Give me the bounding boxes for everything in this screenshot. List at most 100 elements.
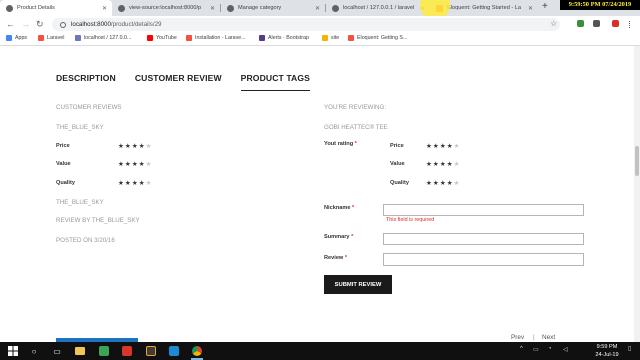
extension-icon[interactable] bbox=[612, 20, 619, 27]
star-icon: ★★★★ bbox=[118, 143, 146, 150]
rating-stars-input[interactable]: ★★★★★ bbox=[426, 179, 461, 187]
extension-icon[interactable] bbox=[577, 20, 584, 27]
apps-grid-icon bbox=[6, 35, 12, 41]
back-arrow-icon[interactable]: ← bbox=[6, 18, 15, 30]
youtube-icon bbox=[147, 35, 153, 41]
browser-tab-manage-category[interactable]: Manage category ✕ bbox=[221, 0, 325, 16]
close-icon[interactable]: ✕ bbox=[528, 5, 533, 12]
star-icon[interactable]: ★★★★ bbox=[426, 143, 454, 150]
summary-input[interactable] bbox=[383, 233, 584, 245]
windows-taskbar: ○ ▭ ^ ▭ ◔ ◁ 9:59 PM 24-Jul-19 ▯ bbox=[0, 342, 640, 360]
bookmark-installation[interactable]: Installation - Larave... bbox=[186, 35, 246, 41]
star-empty-icon[interactable]: ★ bbox=[454, 161, 461, 168]
required-mark: * bbox=[354, 141, 357, 147]
app-tile bbox=[146, 346, 156, 356]
address-bar[interactable]: localhost:8000/product/details/29 bbox=[52, 18, 560, 31]
reviewing-heading: YOU'RE REVIEWING: bbox=[324, 104, 387, 111]
rating-label: Quality bbox=[56, 180, 75, 186]
new-tab-button[interactable]: + bbox=[542, 1, 548, 12]
summary-label-text: Summary bbox=[324, 234, 350, 240]
laravel-icon bbox=[38, 35, 44, 41]
browser-tab-product-details[interactable]: Product Details ✕ bbox=[0, 0, 112, 16]
star-empty-icon[interactable]: ★ bbox=[454, 180, 461, 187]
star-icon[interactable]: ★★★★ bbox=[426, 161, 454, 168]
submit-review-button[interactable]: SUBMIT REVIEW bbox=[324, 275, 392, 294]
bookmark-label: YouTube bbox=[156, 35, 177, 41]
required-mark: * bbox=[352, 205, 355, 211]
bookmark-star-icon[interactable]: ☆ bbox=[550, 19, 557, 28]
scrollbar-thumb[interactable] bbox=[635, 146, 639, 176]
url-host: localhost:8000 bbox=[71, 21, 111, 28]
summary-label: Summary * bbox=[324, 234, 353, 240]
bookmark-laravel[interactable]: Laravel bbox=[38, 35, 64, 41]
battery-icon[interactable]: ▭ bbox=[533, 346, 539, 353]
bookmark-eloquent[interactable]: Eloquent: Getting S... bbox=[348, 35, 407, 41]
tab-product-tags[interactable]: PRODUCT TAGS bbox=[240, 73, 310, 91]
rating-stars-input[interactable]: ★★★★★ bbox=[426, 160, 461, 168]
bookmarks-bar: Apps Laravel localhost / 127.0.0... YouT… bbox=[0, 33, 640, 46]
page-scrollbar[interactable] bbox=[634, 46, 640, 342]
star-empty-icon[interactable]: ★ bbox=[454, 143, 461, 150]
bookmark-label: Alerts · Bootstrap bbox=[268, 35, 309, 41]
vscode-icon[interactable] bbox=[167, 344, 181, 358]
pager-next[interactable]: Next bbox=[542, 334, 555, 341]
phpmyadmin-icon bbox=[332, 4, 339, 12]
menu-kebab-icon[interactable] bbox=[629, 21, 632, 28]
rating-stars: ★★★★★ bbox=[118, 160, 153, 168]
close-icon[interactable]: ✕ bbox=[210, 5, 215, 12]
page-content: DESCRIPTION CUSTOMER REVIEW PRODUCT TAGS… bbox=[0, 46, 640, 342]
tab-title: localhost / 127.0.0.1 / laravel bbox=[343, 5, 415, 11]
taskbar-clock[interactable]: 9:59 PM 24-Jul-19 bbox=[590, 343, 624, 359]
file-explorer-icon[interactable] bbox=[73, 344, 87, 358]
task-view-icon[interactable]: ▭ bbox=[50, 344, 64, 358]
bookmark-alerts[interactable]: Alerts · Bootstrap bbox=[259, 35, 309, 41]
clock-overlay: 9:59:50 PM 07/24/2019 bbox=[560, 0, 640, 10]
recorder-icon[interactable] bbox=[120, 344, 134, 358]
bookmark-label: Eloquent: Getting S... bbox=[357, 35, 408, 41]
tab-customer-review[interactable]: CUSTOMER REVIEW bbox=[135, 73, 222, 91]
notifications-icon[interactable]: ▯ bbox=[628, 345, 631, 352]
star-icon: ★★★★ bbox=[118, 161, 146, 168]
rating-label: Price bbox=[56, 143, 70, 149]
browser-tab-view-source[interactable]: view-source:localhost:8000/p ✕ bbox=[112, 0, 220, 16]
extension-icon[interactable] bbox=[593, 20, 600, 27]
app-tile bbox=[169, 346, 179, 356]
browser-toolbar: ← → ↻ localhost:8000/product/details/29 … bbox=[0, 16, 640, 33]
rating-stars-input[interactable]: ★★★★★ bbox=[426, 142, 461, 150]
tray-chevron-icon[interactable]: ^ bbox=[520, 346, 523, 352]
volume-icon[interactable]: ◁ bbox=[563, 346, 568, 353]
rating-stars: ★★★★★ bbox=[118, 179, 153, 187]
phpmyadmin-icon bbox=[75, 35, 81, 41]
reload-icon[interactable]: ↻ bbox=[36, 18, 44, 30]
globe-icon bbox=[227, 4, 234, 12]
bookmark-localhost[interactable]: localhost / 127.0.0... bbox=[75, 35, 131, 41]
tab-description[interactable]: DESCRIPTION bbox=[56, 73, 116, 91]
app-tile bbox=[122, 346, 132, 356]
rating-label: Value bbox=[56, 161, 71, 167]
bookmark-apps[interactable]: Apps bbox=[6, 35, 27, 41]
bookmark-youtube[interactable]: YouTube bbox=[147, 35, 177, 41]
review-title: THE_BLUE_SKY bbox=[56, 199, 104, 206]
close-icon[interactable]: ✕ bbox=[102, 5, 107, 12]
chrome-icon[interactable] bbox=[190, 344, 204, 360]
search-icon[interactable]: ○ bbox=[27, 344, 41, 358]
browser-tab-phpmyadmin[interactable]: localhost / 127.0.0.1 / laravel ✕ bbox=[326, 0, 430, 16]
rating-label: Value bbox=[390, 161, 405, 167]
review-textarea[interactable] bbox=[383, 253, 584, 266]
forward-arrow-icon[interactable]: → bbox=[21, 18, 30, 30]
nickname-input[interactable] bbox=[383, 204, 584, 216]
browser-tab-strip: Product Details ✕ view-source:localhost:… bbox=[0, 0, 640, 20]
sublime-icon[interactable] bbox=[144, 344, 158, 358]
windows-logo-icon bbox=[8, 346, 18, 356]
star-empty-icon: ★ bbox=[145, 143, 153, 150]
pager-prev[interactable]: Prev bbox=[511, 334, 524, 341]
app-tile bbox=[99, 346, 109, 356]
url-path: /product/details/29 bbox=[110, 21, 162, 28]
bookmark-site[interactable]: site bbox=[322, 35, 339, 41]
close-icon[interactable]: ✕ bbox=[315, 5, 320, 12]
camtasia-icon[interactable] bbox=[97, 344, 111, 358]
required-mark: * bbox=[344, 255, 348, 261]
star-icon[interactable]: ★★★★ bbox=[426, 180, 454, 187]
windows-start-icon[interactable] bbox=[6, 344, 20, 358]
network-icon[interactable]: ◔ bbox=[548, 346, 552, 352]
